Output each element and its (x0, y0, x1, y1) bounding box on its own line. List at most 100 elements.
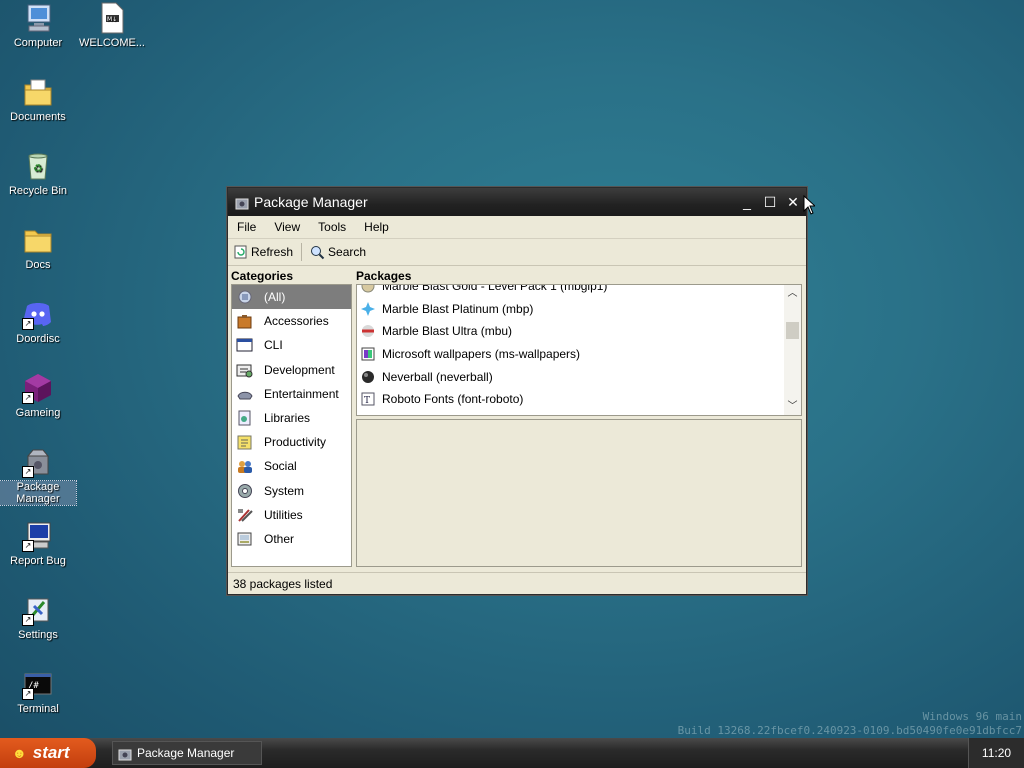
taskbar-item-label: Package Manager (137, 746, 235, 760)
category-development[interactable]: Development (232, 358, 351, 382)
cli-icon (236, 338, 253, 352)
scroll-thumb[interactable] (786, 322, 799, 339)
report-bug-icon: ↗ (22, 520, 54, 552)
desktop-icon-gameing[interactable]: ↗ Gameing (0, 372, 76, 419)
desktop-icon-label: Documents (10, 111, 66, 123)
close-button[interactable]: ✕ (783, 192, 803, 212)
utilities-icon (238, 508, 253, 522)
package-manager-icon (234, 194, 250, 210)
menu-file[interactable]: File (228, 220, 265, 234)
menu-view[interactable]: View (265, 220, 309, 234)
categories-header: Categories (231, 269, 294, 283)
folder-icon (22, 224, 54, 256)
desktop-icon-welcome[interactable]: M↓ WELCOME... (74, 2, 150, 49)
clock[interactable]: 11:20 (982, 746, 1011, 760)
package-manager-icon (118, 749, 132, 761)
desktop-icon-label: Recycle Bin (8, 185, 68, 197)
shortcut-arrow-icon: ↗ (22, 392, 34, 404)
category-entertainment[interactable]: Entertainment (232, 382, 351, 406)
start-label: start (32, 743, 70, 762)
desktop-icon-documents[interactable]: Documents (0, 76, 76, 123)
package-label: Microsoft wallpapers (ms-wallpapers) (382, 347, 581, 362)
packages-scrollbar[interactable]: ︿ ﹀ (784, 285, 801, 415)
social-icon (238, 461, 252, 474)
desktop-icon-doordisc[interactable]: ↗ Doordisc (0, 298, 76, 345)
desktop-icon-report-bug[interactable]: ↗ Report Bug (0, 520, 76, 567)
desktop-icon-label: Computer (13, 37, 63, 49)
category-accessories[interactable]: Accessories (232, 309, 351, 333)
desktop-icon-terminal[interactable]: /# ↗ Terminal (0, 668, 76, 715)
package-manager-window[interactable]: Package Manager _ ☐ ✕ File View Tools He… (227, 187, 807, 595)
scroll-up-icon[interactable]: ︿ (784, 285, 801, 302)
package-row[interactable]: Neverball (neverball) (357, 365, 801, 388)
category-label: Development (264, 362, 335, 377)
desktop-icon-recycle-bin[interactable]: ♻ Recycle Bin (0, 150, 76, 197)
category-all[interactable]: (All) (232, 285, 351, 310)
maximize-button[interactable]: ☐ (760, 192, 780, 212)
desktop-icon-docs[interactable]: Docs (0, 224, 76, 271)
category-libraries[interactable]: Libraries (232, 406, 351, 430)
package-row[interactable]: Marble Blast Gold - Level Pack 1 (mbglp1… (357, 285, 801, 298)
desktop-icon-settings[interactable]: ↗ Settings (0, 594, 76, 641)
cube-icon: ↗ (22, 372, 54, 404)
system-tray: 11:20 (968, 738, 1024, 768)
search-label: Search (328, 245, 367, 259)
start-button[interactable]: ☻ start (0, 738, 96, 768)
documents-folder-icon (22, 76, 54, 108)
category-cli[interactable]: CLI (232, 333, 351, 357)
categories-list[interactable]: (All) Accessories CLI Development Entert… (231, 284, 352, 567)
packages-header: Packages (356, 269, 412, 283)
refresh-button[interactable]: Refresh (228, 241, 299, 263)
settings-icon: ↗ (22, 594, 54, 626)
package-row[interactable]: Marble Blast Platinum (mbp) (357, 298, 801, 321)
category-other[interactable]: Other (232, 527, 351, 551)
category-label: CLI (264, 338, 283, 353)
search-icon (311, 245, 325, 259)
category-label: Productivity (264, 435, 327, 450)
category-utilities[interactable]: Utilities (232, 503, 351, 527)
menu-bar: File View Tools Help (228, 216, 806, 239)
category-social[interactable]: Social (232, 454, 351, 478)
neverball-icon (362, 370, 374, 383)
package-row[interactable]: Marble Blast Ultra (mbu) (357, 320, 801, 343)
desktop-icon-label: Report Bug (10, 555, 66, 567)
shortcut-arrow-icon: ↗ (22, 688, 34, 700)
panel-headers: Categories Packages (228, 266, 806, 286)
marble-blast-gold-icon (361, 285, 375, 293)
category-productivity[interactable]: Productivity (232, 430, 351, 454)
category-label: Social (264, 459, 297, 474)
desktop-icon-computer[interactable]: Computer (0, 2, 76, 49)
search-button[interactable]: Search (304, 241, 372, 263)
category-label: Utilities (264, 507, 303, 522)
scroll-down-icon[interactable]: ﹀ (784, 398, 801, 415)
start-smiley-icon: ☻ (12, 745, 27, 761)
title-bar[interactable]: Package Manager _ ☐ ✕ (228, 188, 806, 216)
minimize-button[interactable]: _ (737, 192, 757, 212)
accessories-icon (237, 315, 252, 329)
svg-text:♻: ♻ (33, 163, 43, 175)
system-icon (238, 483, 252, 498)
shortcut-arrow-icon: ↗ (22, 540, 34, 552)
category-label: (All) (264, 290, 286, 305)
desktop-icon-package-manager[interactable]: ↗ Package Manager (0, 446, 77, 506)
package-label: Marble Blast Platinum (mbp) (382, 301, 534, 316)
desktop-icon-label: Settings (18, 629, 58, 641)
all-icon (238, 290, 252, 304)
packages-list[interactable]: Marble Blast Gold - Level Pack 1 (mbglp1… (356, 284, 802, 416)
build-watermark-line1: Windows 96 main (922, 710, 1022, 723)
menu-help[interactable]: Help (355, 220, 398, 234)
build-watermark-line2: Build 13268.22fbcef0.240923-0109.bd50490… (677, 724, 1022, 737)
marble-blast-ultra-icon (362, 325, 374, 338)
terminal-icon: /# ↗ (22, 668, 54, 700)
category-system[interactable]: System (232, 479, 351, 503)
taskbar-item-package-manager[interactable]: Package Manager (112, 741, 262, 765)
markdown-file-icon: M↓ (96, 2, 128, 34)
refresh-icon (234, 245, 247, 259)
category-label: Accessories (264, 314, 329, 329)
development-icon (236, 364, 253, 378)
package-row[interactable]: Microsoft wallpapers (ms-wallpapers) (357, 343, 801, 366)
package-row[interactable]: T Roboto Fonts (font-roboto) (357, 388, 801, 411)
desktop-icon-label: Docs (25, 259, 51, 271)
menu-tools[interactable]: Tools (309, 220, 355, 234)
productivity-icon (237, 435, 252, 450)
